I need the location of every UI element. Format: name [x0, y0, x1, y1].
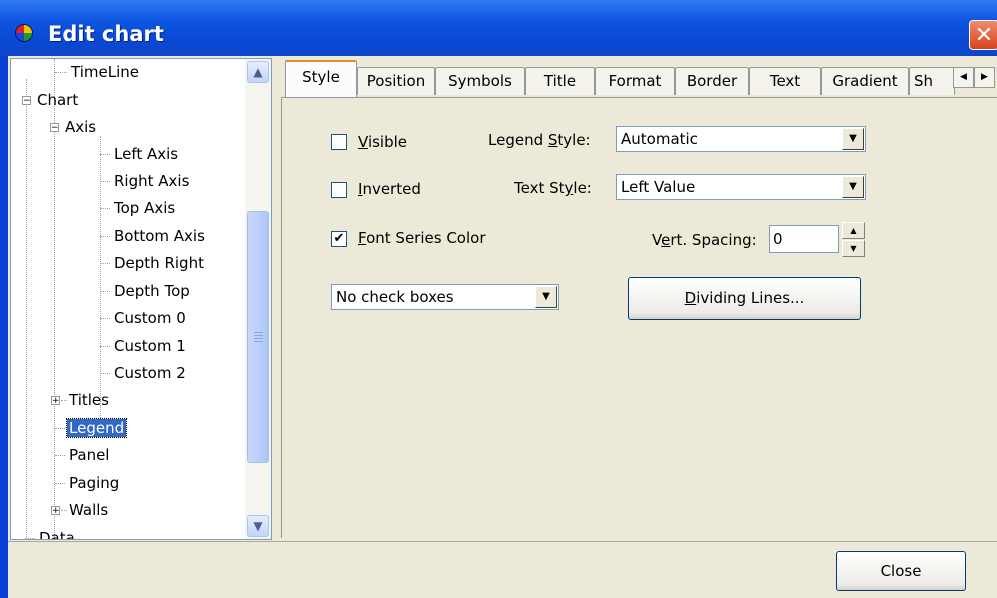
spin-up-icon[interactable]: ▲	[842, 222, 865, 239]
legend-tabstrip: Style Position Symbols Title Format Bord…	[281, 58, 997, 98]
tree-item-label: Chart	[37, 91, 79, 109]
visible-label[interactable]: Visible	[358, 132, 407, 152]
tree-item-label: Axis	[65, 118, 97, 136]
tab-scroll-right-icon[interactable]: ▶	[974, 67, 995, 88]
footer-divider	[8, 541, 997, 542]
tree-item-label: Legend	[65, 418, 128, 438]
tab-shadow[interactable]: Sh	[909, 67, 955, 95]
tree-item-axis[interactable]: − Axis	[47, 114, 98, 140]
scroll-down-icon[interactable]: ▼	[247, 515, 269, 537]
check-boxes-select[interactable]: No check boxes ▼	[331, 284, 559, 310]
tree-item-chart[interactable]: − Chart	[19, 87, 80, 113]
text-style-select[interactable]: Left Value ▼	[616, 174, 866, 200]
tab-text[interactable]: Text	[749, 67, 821, 95]
collapse-icon[interactable]: −	[50, 123, 59, 133]
tab-position[interactable]: Position	[357, 67, 435, 95]
tree-item-label: Titles	[69, 391, 109, 409]
title-bar[interactable]: Edit chart ✕	[0, 0, 997, 56]
tree-item-right-axis[interactable]: Right Axis	[100, 168, 191, 194]
vert-spacing-input[interactable]: 0	[769, 225, 839, 253]
tree-item-left-axis[interactable]: Left Axis	[100, 141, 180, 167]
tab-border[interactable]: Border	[675, 67, 749, 95]
collapse-icon[interactable]: −	[22, 96, 31, 106]
tree-item-timeline[interactable]: TimeLine	[55, 59, 141, 85]
tab-format[interactable]: Format	[595, 67, 675, 95]
tree-item-custom-2[interactable]: Custom 2	[100, 360, 188, 386]
font-series-color-label[interactable]: Font Series Color	[358, 228, 486, 248]
vert-spacing-spinner[interactable]: ▲ ▼	[842, 222, 865, 258]
edit-chart-window: Edit chart ✕ TimeLine − Chart − Axis Lef…	[0, 0, 997, 598]
legend-style-label: Legend Style:	[488, 131, 591, 149]
tree-item-depth-right[interactable]: Depth Right	[100, 250, 206, 276]
dropdown-arrow-icon[interactable]: ▼	[535, 286, 557, 308]
scroll-up-icon[interactable]: ▲	[247, 61, 269, 83]
inverted-label[interactable]: Inverted	[358, 179, 421, 199]
tree-connector	[26, 79, 27, 539]
visible-checkbox[interactable]	[331, 134, 347, 150]
vert-spacing-label: Vert. Spacing:	[652, 231, 757, 249]
tree-item-custom-1[interactable]: Custom 1	[100, 333, 188, 359]
tab-title[interactable]: Title	[525, 67, 595, 95]
window-close-button[interactable]: ✕	[969, 20, 997, 50]
tree-item-top-axis[interactable]: Top Axis	[100, 195, 177, 221]
font-series-color-checkbox[interactable]: ✔	[331, 231, 347, 247]
tree-item-depth-top[interactable]: Depth Top	[100, 278, 192, 304]
tree-item-titles[interactable]: + Titles	[51, 387, 111, 413]
teechart-app-icon	[16, 25, 32, 41]
tree-item-label: TimeLine	[71, 63, 139, 81]
dropdown-arrow-icon[interactable]: ▼	[842, 128, 864, 150]
chart-editor-tree: TimeLine − Chart − Axis Left Axis Right …	[10, 58, 272, 540]
tree-item-custom-0[interactable]: Custom 0	[100, 305, 188, 331]
tree-vertical-scrollbar[interactable]: ▲ ▼	[245, 59, 271, 539]
spin-down-icon[interactable]: ▼	[842, 240, 865, 257]
tree-item-bottom-axis[interactable]: Bottom Axis	[100, 223, 207, 249]
scrollbar-thumb[interactable]	[247, 211, 269, 463]
legend-style-select[interactable]: Automatic ▼	[616, 126, 866, 152]
tree-item-legend[interactable]: Legend	[55, 415, 128, 441]
tree-item-data[interactable]: Data	[25, 525, 77, 539]
expand-icon[interactable]: +	[51, 506, 60, 516]
style-tab-page: Visible Legend Style: Automatic ▼ Invert…	[281, 97, 997, 538]
dropdown-arrow-icon[interactable]: ▼	[842, 176, 864, 198]
text-style-label: Text Style:	[514, 179, 592, 197]
dividing-lines-button[interactable]: Dividing Lines...	[628, 277, 861, 320]
inverted-checkbox[interactable]	[331, 182, 347, 198]
window-title: Edit chart	[48, 22, 164, 46]
tree-item-panel[interactable]: Panel	[55, 442, 111, 468]
close-button[interactable]: Close	[836, 551, 966, 591]
tab-style[interactable]: Style	[285, 60, 357, 97]
tree-item-paging[interactable]: Paging	[55, 470, 121, 496]
expand-icon[interactable]: +	[51, 396, 60, 406]
tab-gradient[interactable]: Gradient	[821, 67, 909, 95]
tab-symbols[interactable]: Symbols	[435, 67, 525, 95]
tab-scroll-left-icon[interactable]: ◀	[953, 67, 974, 88]
tree-item-label: Walls	[69, 501, 109, 519]
tree-item-walls[interactable]: + Walls	[51, 497, 110, 523]
